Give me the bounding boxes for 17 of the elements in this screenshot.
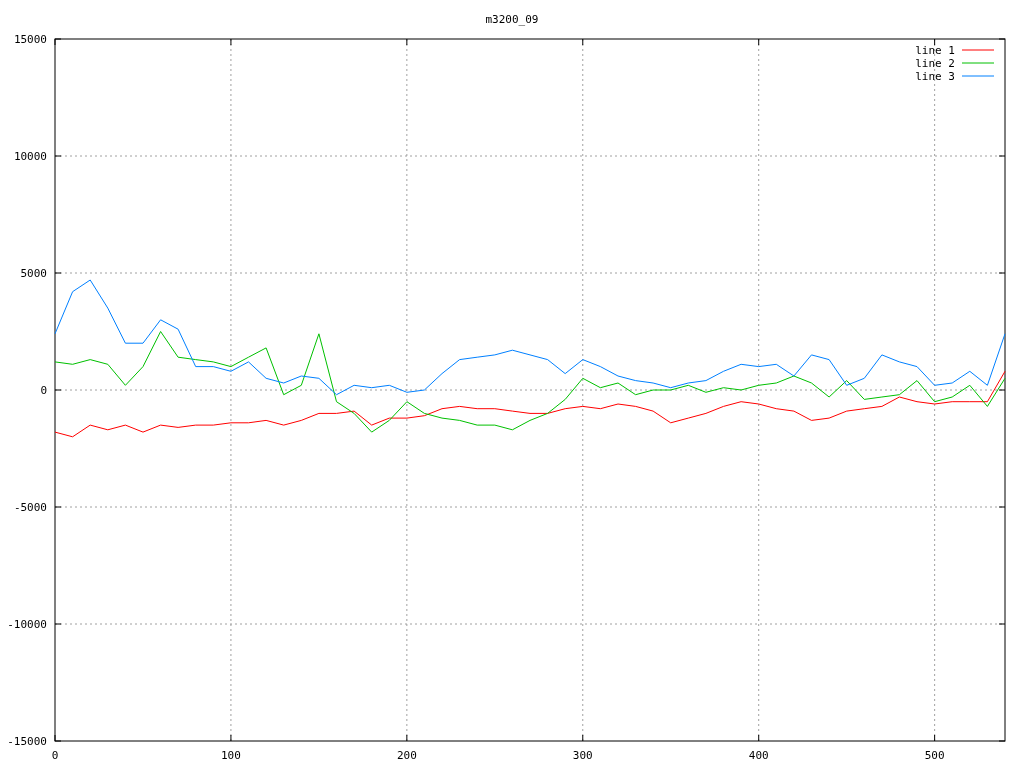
- x-tick-label: 200: [396, 749, 417, 762]
- y-tick-label: 0: [40, 384, 47, 397]
- y-tick-label: 10000: [13, 150, 47, 163]
- legend-label: line 3: [915, 70, 955, 83]
- y-tick-label: -10000: [7, 618, 47, 631]
- x-tick-label: 400: [748, 749, 769, 762]
- y-tick-label: -5000: [13, 501, 47, 514]
- x-tick-label: 100: [221, 749, 241, 762]
- x-tick-label: 300: [572, 749, 593, 762]
- legend-label: line 2: [915, 57, 955, 70]
- y-tick-label: 5000: [20, 267, 47, 280]
- x-tick-label: 0: [51, 749, 59, 762]
- y-tick-label: -15000: [7, 735, 47, 748]
- chart-title: m3200_09: [485, 13, 539, 26]
- legend-label: line 1: [915, 44, 955, 57]
- x-tick-label: 500: [924, 749, 945, 762]
- y-tick-label: 15000: [13, 33, 47, 46]
